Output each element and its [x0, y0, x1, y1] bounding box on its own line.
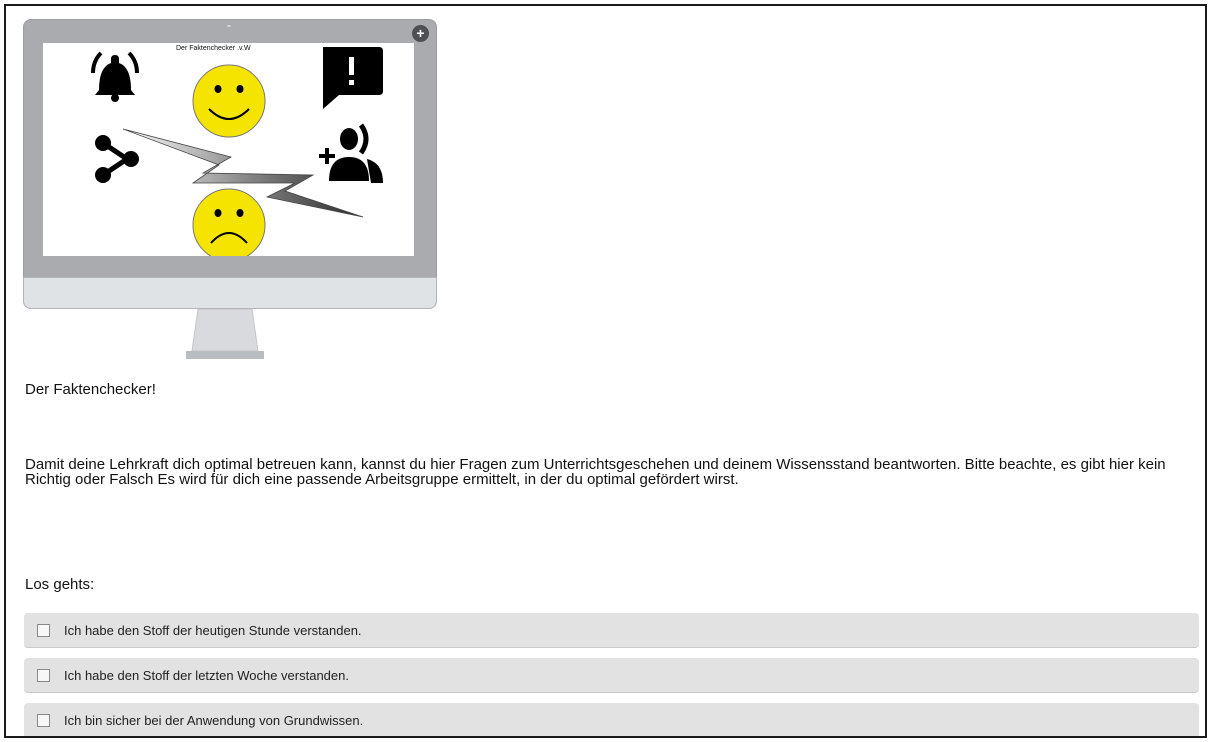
plus-badge[interactable]: + — [412, 25, 429, 42]
option-row[interactable]: Ich habe den Stoff der letzten Woche ver… — [24, 658, 1199, 693]
alert-bubble-icon — [323, 47, 383, 109]
screen-caption: Der Faktenchecker .v.W — [176, 45, 251, 52]
option-row[interactable]: Ich bin sicher bei der Anwendung von Gru… — [24, 703, 1199, 736]
monitor-camera — [227, 25, 231, 27]
bell-icon — [91, 51, 139, 102]
monitor-screen: Der Faktenchecker .v.W — [43, 43, 414, 256]
option-label: Ich habe den Stoff der letzten Woche ver… — [64, 667, 349, 683]
lets-go-label: Los gehts: — [25, 576, 95, 593]
sad-smiley-icon — [192, 188, 266, 256]
page-title: Der Faktenchecker! — [25, 381, 156, 398]
option-label: Ich habe den Stoff der heutigen Stunde v… — [64, 622, 362, 638]
option-row[interactable]: Ich habe den Stoff der heutigen Stunde v… — [24, 613, 1199, 648]
option-label: Ich bin sicher bei der Anwendung von Gru… — [64, 712, 364, 728]
checkbox-list: Ich habe den Stoff der heutigen Stunde v… — [24, 613, 1199, 736]
checkbox[interactable] — [37, 623, 50, 637]
checkbox[interactable] — [37, 668, 50, 682]
monitor-stand — [186, 309, 264, 359]
add-person-icon — [319, 123, 383, 183]
page-frame: + Der Faktenchecker .v.W Der Faktencheck… — [4, 4, 1207, 738]
screen-artwork — [91, 47, 383, 256]
monitor-chin — [23, 277, 437, 309]
share-icon — [95, 135, 139, 183]
intro-paragraph: Damit deine Lehrkraft dich optimal betre… — [25, 456, 1166, 488]
checkbox[interactable] — [37, 713, 50, 727]
monitor-illustration: + Der Faktenchecker .v.W — [23, 19, 437, 361]
happy-smiley-icon — [192, 64, 266, 138]
